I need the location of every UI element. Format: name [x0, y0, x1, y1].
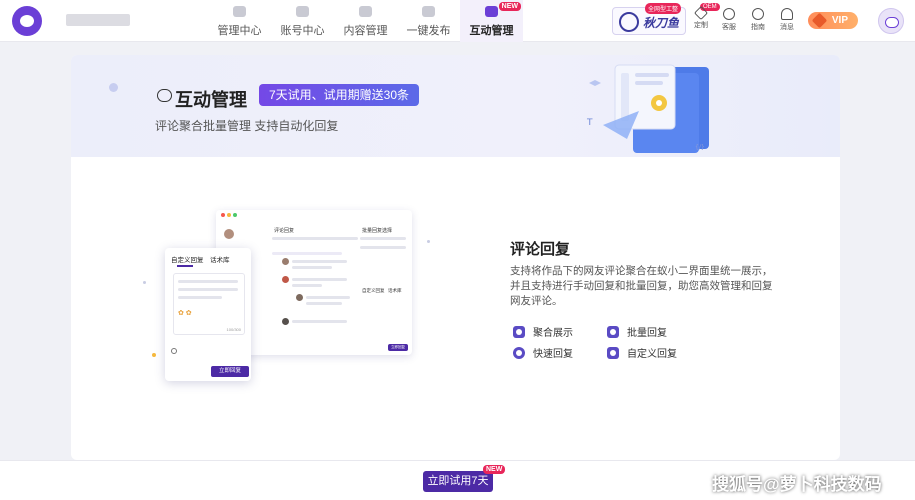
custom-reply-popup-mockup: 自定义回复 话术库 ✿ ✿ 100/300 立即回复 [165, 248, 251, 381]
panel-right-title: 批量回复选择 [362, 228, 393, 234]
nav-item-content-management[interactable]: 内容管理 [334, 0, 397, 42]
trial-badge: 7天试用、试用期赠送30条 [259, 84, 420, 106]
feature-batch-reply: 批量回复 [607, 324, 667, 339]
batch-reply-icon [607, 325, 619, 338]
feature-description: 支持将作品下的网友评论聚合在蚁小二界面里统一展示，并且支持进行手动回复和批量回复… [510, 265, 773, 307]
app-logo[interactable] [12, 6, 42, 36]
vip-label: VIP [831, 15, 848, 26]
nav-label: 一键发布 [406, 25, 451, 37]
page-title: 互动管理 [175, 90, 247, 110]
nav-item-management-center[interactable]: 管理中心 [208, 0, 271, 42]
decor-dot [152, 353, 156, 357]
popup-textarea: ✿ ✿ 100/300 [173, 273, 245, 335]
brand-text: 秋刀鱼 [643, 16, 680, 30]
new-badge: NEW [483, 465, 506, 474]
panel-right-tab-2: 话术库 [388, 288, 402, 293]
quick-reply-icon [513, 346, 525, 359]
svg-text:{/}: {/} [695, 144, 705, 151]
nav-item-account-center[interactable]: 账号中心 [271, 0, 334, 42]
brand-badge: 全网型工整 [645, 3, 682, 14]
page-subtitle: 评论聚合批量管理 支持自动化回复 [155, 119, 339, 133]
custom-reply-icon [607, 346, 619, 359]
nav-label: 互动管理 [469, 25, 514, 37]
svg-text:T: T [586, 118, 593, 128]
hero-banner: 互动管理 7天试用、试用期赠送30条 评论聚合批量管理 支持自动化回复 T {/… [71, 55, 840, 157]
customize-button[interactable]: 定制 [688, 5, 714, 30]
feature-label: 聚合展示 [533, 328, 573, 339]
popup-tab-library: 话术库 [210, 257, 230, 264]
feature-aggregate: 聚合展示 [513, 324, 573, 339]
decor-dot [109, 83, 118, 92]
diamond-icon [693, 5, 709, 21]
panel-title: 评论回复 [274, 228, 295, 234]
new-badge: NEW [498, 2, 521, 11]
headset-icon [723, 8, 735, 20]
try-7-days-button[interactable]: 立即试用7天 [423, 471, 493, 492]
aggregate-icon [513, 325, 525, 338]
feature-label: 快速回复 [533, 349, 573, 360]
decor-dot [427, 240, 430, 243]
bell-icon [781, 8, 793, 20]
emoji-icon: ✿ ✿ [178, 310, 192, 317]
brand-chip[interactable]: 秋刀鱼 全网型工整 [612, 3, 686, 35]
guide-button[interactable]: 指南 [745, 8, 771, 32]
feature-label: 批量回复 [627, 328, 667, 339]
help-icon [752, 8, 764, 20]
nav-label: 账号中心 [280, 25, 325, 37]
main-nav: 管理中心 账号中心 内容管理 一键发布 互动管理 NEW [208, 0, 523, 42]
vip-button[interactable]: VIP [808, 12, 858, 29]
nav-label: 内容管理 [343, 25, 388, 37]
messages-label: 消息 [780, 24, 794, 31]
watermark: 搜狐号@萝卜科技数码 [712, 475, 882, 494]
dashboard-icon [233, 6, 246, 17]
blurred-account-name [66, 14, 130, 26]
interaction-icon [485, 6, 498, 17]
content-icon [359, 6, 372, 17]
top-navbar: 管理中心 账号中心 内容管理 一键发布 互动管理 NEW 秋刀鱼 全网型工整 O… [0, 0, 915, 42]
account-icon [296, 6, 309, 17]
hero-illustration: T {/} [586, 64, 709, 153]
nav-label: 管理中心 [217, 25, 262, 37]
support-label: 客服 [722, 24, 736, 31]
panel-right-tab-1: 自定义回复 [362, 288, 385, 293]
chat-bubble-icon [157, 89, 172, 102]
popup-tab-custom: 自定义回复 [171, 257, 204, 264]
support-button[interactable]: 客服 [716, 8, 742, 32]
messages-button[interactable]: 消息 [774, 8, 800, 32]
feature-custom-reply: 自定义回复 [607, 345, 677, 360]
decor-dot [143, 281, 146, 284]
main-card: 互动管理 7天试用、试用期赠送30条 评论聚合批量管理 支持自动化回复 T {/… [71, 55, 840, 460]
customize-label: 定制 [694, 22, 708, 29]
smile-icon [171, 348, 177, 354]
panel-send-button: 立即回复 [388, 344, 408, 351]
popup-reply-button: 立即回复 [211, 366, 249, 377]
publish-icon [422, 6, 435, 17]
feature-label: 自定义回复 [627, 349, 677, 360]
feature-quick-reply: 快速回复 [513, 345, 573, 360]
popup-counter: 100/300 [226, 327, 241, 332]
brand-logo-icon [619, 12, 639, 32]
user-avatar[interactable] [878, 8, 904, 34]
feature-title: 评论回复 [510, 241, 571, 258]
nav-item-one-click-publish[interactable]: 一键发布 [397, 0, 460, 42]
nav-item-interaction-management[interactable]: 互动管理 NEW [460, 0, 523, 42]
guide-label: 指南 [751, 24, 765, 31]
